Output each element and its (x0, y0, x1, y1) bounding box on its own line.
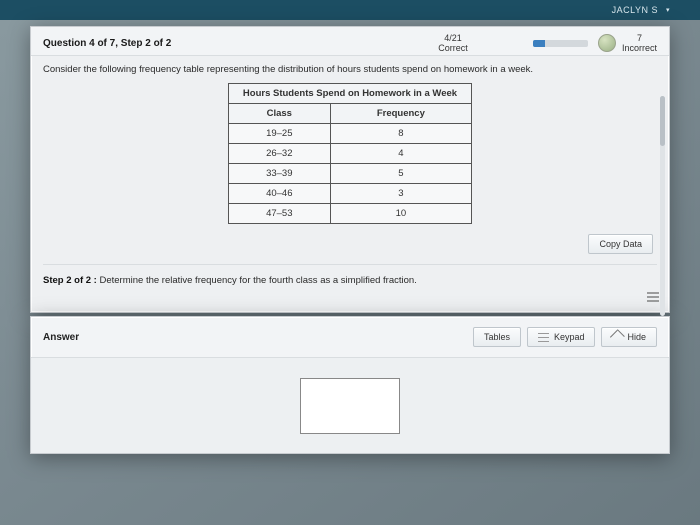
correct-counter: 4/21 Correct (383, 33, 523, 53)
menu-icon[interactable] (647, 292, 659, 302)
table-title: Hours Students Spend on Homework in a We… (228, 84, 471, 104)
table-row: 19–258 (228, 124, 471, 144)
step-text: Determine the relative frequency for the… (97, 275, 417, 286)
answer-input[interactable] (300, 378, 400, 434)
copy-data-button[interactable]: Copy Data (588, 234, 653, 254)
incorrect-count: 7 (622, 33, 657, 43)
user-name[interactable]: JACLYN S (612, 5, 658, 15)
chevron-down-icon[interactable]: ▾ (666, 6, 670, 14)
question-position-label: Question 4 of 7, Step 2 of 2 (43, 38, 383, 49)
keypad-icon (538, 333, 549, 342)
table-row: 47–5310 (228, 204, 471, 224)
app-topbar: JACLYN S ▾ (0, 0, 700, 20)
col-header-frequency: Frequency (330, 104, 471, 124)
question-panel: Question 4 of 7, Step 2 of 2 4/21 Correc… (30, 26, 670, 313)
question-header: Question 4 of 7, Step 2 of 2 4/21 Correc… (31, 27, 669, 56)
col-header-class: Class (228, 104, 330, 124)
tables-button[interactable]: Tables (473, 327, 521, 347)
answer-panel: Answer Tables Keypad Hide (30, 316, 670, 454)
progress-bar (533, 40, 588, 47)
question-body: Consider the following frequency table r… (31, 56, 669, 312)
scrollbar[interactable] (660, 96, 665, 316)
step-prefix: Step 2 of 2 : (43, 275, 97, 286)
frequency-table: Hours Students Spend on Homework in a We… (228, 83, 472, 224)
keypad-button[interactable]: Keypad (527, 327, 596, 347)
hide-button[interactable]: Hide (601, 327, 657, 347)
table-row: 26–324 (228, 144, 471, 164)
pencil-icon (610, 330, 624, 344)
correct-fraction: 4/21 (383, 33, 523, 43)
incorrect-label: Incorrect (622, 43, 657, 53)
table-row: 33–395 (228, 164, 471, 184)
table-row: 40–463 (228, 184, 471, 204)
answer-label: Answer (43, 332, 79, 343)
incorrect-counter: 7 Incorrect (598, 33, 657, 53)
score-badge-icon (598, 34, 616, 52)
step-instruction: Step 2 of 2 : Determine the relative fre… (43, 264, 657, 300)
correct-label: Correct (383, 43, 523, 53)
question-prompt: Consider the following frequency table r… (43, 64, 657, 75)
